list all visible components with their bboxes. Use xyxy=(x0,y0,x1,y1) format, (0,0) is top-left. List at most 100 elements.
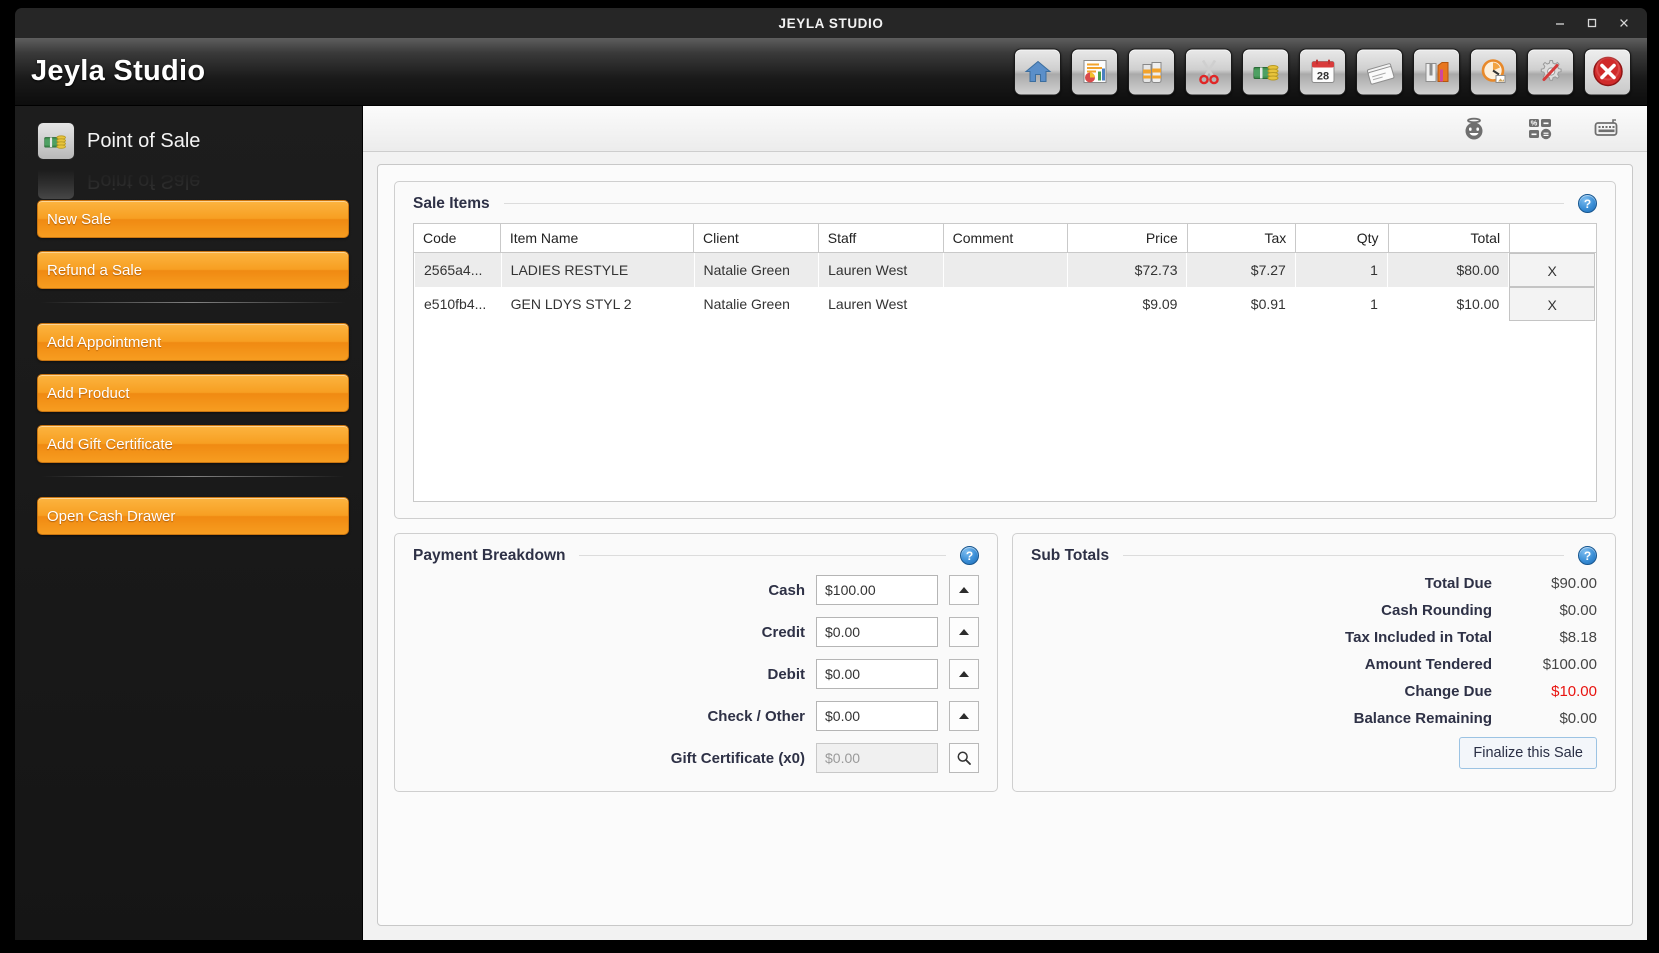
payment-breakdown-header: Payment Breakdown ? xyxy=(413,546,979,565)
cell-client: Natalie Green xyxy=(703,296,790,312)
sidebar-actions: New Sale Refund a Sale Add Appointment A… xyxy=(15,160,362,535)
cash-input[interactable] xyxy=(816,575,938,605)
column-header-code[interactable]: Code xyxy=(413,223,501,253)
finalize-this-sale-button[interactable]: Finalize this Sale xyxy=(1459,737,1597,769)
tax-included-label: Tax Included in Total xyxy=(1345,629,1492,646)
cash-rounding-row: Cash Rounding $0.00 xyxy=(1031,602,1597,619)
svg-text:28: 28 xyxy=(1316,71,1328,83)
column-header-price[interactable]: Price xyxy=(1067,223,1188,253)
sub-totals-rule xyxy=(1123,555,1564,556)
column-header-actions xyxy=(1509,223,1597,253)
sidebar: Point of Sale Point of Sale New Sale Ref… xyxy=(15,106,362,940)
point-of-sale-icon[interactable] xyxy=(1242,48,1289,95)
check-other-input[interactable] xyxy=(816,701,938,731)
svg-text:%: % xyxy=(1531,118,1538,127)
close-button[interactable] xyxy=(1611,11,1637,35)
gift-certificate-label: Gift Certificate (x0) xyxy=(670,749,805,767)
app-header: Jeyla Studio 28 xyxy=(15,38,1647,106)
check-other-stepper-up-icon[interactable] xyxy=(949,701,979,731)
new-sale-label: New Sale xyxy=(47,210,112,228)
add-product-button[interactable]: Add Product xyxy=(37,374,349,412)
tax-included-value: $8.18 xyxy=(1559,629,1597,646)
debit-input[interactable] xyxy=(816,659,938,689)
cell-price: $9.09 xyxy=(1142,296,1178,312)
remove-item-button[interactable]: X xyxy=(1509,253,1595,287)
add-gift-certificate-button[interactable]: Add Gift Certificate xyxy=(37,425,349,463)
reports-icon[interactable] xyxy=(1071,48,1118,95)
secondary-toolbar: % xyxy=(363,106,1647,152)
sidebar-divider-2 xyxy=(41,476,345,477)
column-header-total[interactable]: Total xyxy=(1387,223,1511,253)
retail-icon[interactable] xyxy=(1413,48,1460,95)
open-cash-drawer-button[interactable]: Open Cash Drawer xyxy=(37,497,349,535)
sale-items-title: Sale Items xyxy=(413,194,490,212)
add-appointment-label: Add Appointment xyxy=(47,333,162,351)
table-row[interactable]: 2565a4... LADIES RESTYLE Natalie Green L… xyxy=(414,253,1596,287)
gift-certificate-row: Gift Certificate (x0) xyxy=(413,743,979,773)
cell-comment xyxy=(943,287,1068,321)
vouchers-icon[interactable] xyxy=(1356,48,1403,95)
table-row[interactable]: e510fb4... GEN LDYS STYL 2 Natalie Green… xyxy=(415,287,1596,321)
pos-panel: Sale Items ? Code Item Name Client Staff… xyxy=(377,164,1633,926)
services-icon[interactable] xyxy=(1185,48,1232,95)
money-icon xyxy=(37,122,75,160)
column-header-tax[interactable]: Tax xyxy=(1186,223,1297,253)
add-gift-certificate-label: Add Gift Certificate xyxy=(47,435,173,453)
minimize-button[interactable] xyxy=(1547,11,1573,35)
cell-client: Natalie Green xyxy=(694,253,819,287)
payment-breakdown-rule xyxy=(579,555,946,556)
cell-delete: X xyxy=(1509,287,1596,321)
column-header-staff[interactable]: Staff xyxy=(817,223,944,253)
title-bar: JEYLA STUDIO xyxy=(15,8,1647,38)
add-appointment-button[interactable]: Add Appointment xyxy=(37,323,349,361)
new-sale-button[interactable]: New Sale xyxy=(37,200,349,238)
settings-icon[interactable] xyxy=(1527,48,1574,95)
column-header-comment[interactable]: Comment xyxy=(942,223,1069,253)
cell-delete: X xyxy=(1508,253,1596,287)
sale-items-help-icon[interactable]: ? xyxy=(1578,194,1597,213)
sale-items-header-row: Code Item Name Client Staff Comment Pric… xyxy=(413,223,1597,253)
sub-totals-title: Sub Totals xyxy=(1031,546,1110,564)
cell-qty: 1 xyxy=(1370,296,1378,312)
sidebar-section-title: Point of Sale xyxy=(87,129,201,152)
cell-price: $72.73 xyxy=(1067,253,1187,287)
sidebar-divider-1 xyxy=(41,302,345,303)
cash-label: Cash xyxy=(768,581,805,599)
total-due-value: $90.00 xyxy=(1551,575,1597,592)
column-header-item-name[interactable]: Item Name xyxy=(499,223,694,253)
home-icon[interactable] xyxy=(1014,48,1061,95)
calculator-icon[interactable]: % xyxy=(1527,116,1553,142)
change-due-label: Change Due xyxy=(1404,683,1492,700)
bottom-row: Payment Breakdown ? Cash $100.00 Credit … xyxy=(394,533,1616,792)
credit-stepper-up-icon[interactable] xyxy=(949,617,979,647)
products-icon[interactable] xyxy=(1128,48,1175,95)
credit-input[interactable] xyxy=(816,617,938,647)
maximize-button[interactable] xyxy=(1579,11,1605,35)
column-header-client[interactable]: Client xyxy=(692,223,819,253)
exit-icon[interactable] xyxy=(1584,48,1631,95)
cell-code: 2565a4... xyxy=(414,253,502,287)
cell-staff: Lauren West xyxy=(818,253,944,287)
sub-totals-group: Sub Totals ? Total Due $90.00 Cash Round xyxy=(1012,533,1616,792)
calendar-icon[interactable]: 28 xyxy=(1299,48,1346,95)
add-product-label: Add Product xyxy=(47,384,130,402)
sale-items-body: 2565a4... LADIES RESTYLE Natalie Green L… xyxy=(414,253,1596,321)
column-header-qty[interactable]: Qty xyxy=(1295,223,1389,253)
remove-item-button[interactable]: X xyxy=(1509,287,1595,321)
timeclock-icon[interactable] xyxy=(1470,48,1517,95)
cell-item-name: LADIES RESTYLE xyxy=(501,253,695,287)
gift-certificate-search-icon[interactable] xyxy=(949,743,979,773)
cash-stepper-up-icon[interactable] xyxy=(949,575,979,605)
debit-stepper-up-icon[interactable] xyxy=(949,659,979,689)
refund-a-sale-button[interactable]: Refund a Sale xyxy=(37,251,349,289)
keyboard-icon[interactable] xyxy=(1593,116,1621,142)
sale-items-group: Sale Items ? Code Item Name Client Staff… xyxy=(394,181,1616,519)
sale-items-rule xyxy=(503,203,1564,204)
client-happy-icon[interactable] xyxy=(1461,116,1487,142)
sub-totals-help-icon[interactable]: ? xyxy=(1578,546,1597,565)
balance-remaining-row: Balance Remaining $0.00 xyxy=(1031,710,1597,727)
cash-rounding-value: $0.00 xyxy=(1559,602,1597,619)
body: Point of Sale Point of Sale New Sale Ref… xyxy=(15,106,1647,940)
payment-breakdown-title: Payment Breakdown xyxy=(413,546,566,564)
payment-breakdown-help-icon[interactable]: ? xyxy=(960,546,979,565)
